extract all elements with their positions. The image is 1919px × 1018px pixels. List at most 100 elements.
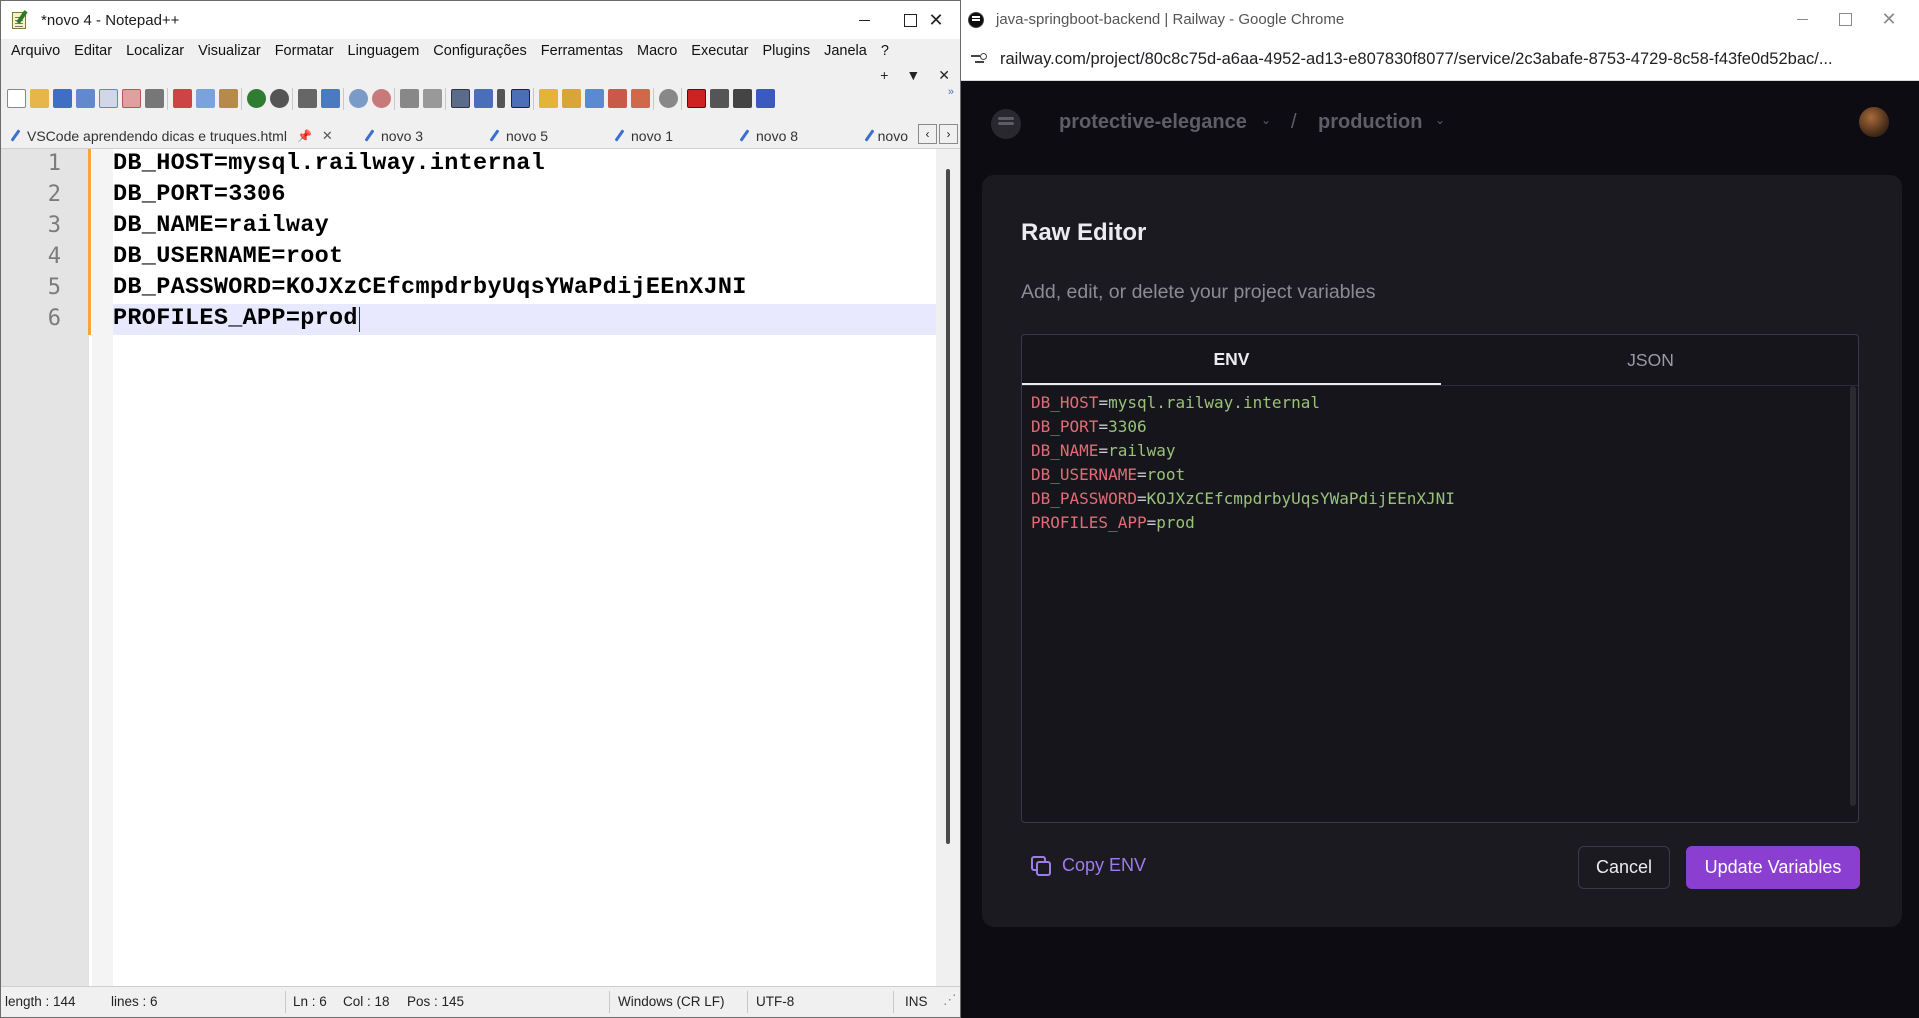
save-icon[interactable] [53,89,72,108]
tab-scroll-left-icon[interactable]: ‹ [918,124,937,144]
editor-scrollbar[interactable] [1847,386,1858,822]
sync-horizontal-icon[interactable] [423,89,442,108]
menu-help[interactable]: ? [874,39,896,64]
scrollbar-thumb[interactable] [1850,386,1856,806]
menu-macro[interactable]: Macro [630,39,684,64]
tab-label: novo [877,127,908,144]
chrome-window: java-springboot-backend | Railway - Goog… [961,0,1919,1018]
cancel-button[interactable]: Cancel [1578,846,1670,889]
monitoring-icon[interactable] [659,89,678,108]
close-file-icon[interactable] [99,89,118,108]
copy-icon[interactable] [196,89,215,108]
doc-list-icon[interactable] [585,89,604,108]
railway-logo-icon[interactable] [991,109,1021,139]
project-name[interactable]: protective-elegance [1059,111,1247,134]
menu-localizar[interactable]: Localizar [119,39,191,64]
doc-map-icon[interactable] [562,89,581,108]
env-value: railway [1108,441,1176,460]
show-all-chars-icon[interactable] [474,89,493,108]
env-line[interactable]: PROFILES_APP=prod [1031,513,1195,532]
url-field[interactable]: railway.com/project/80c8c75d-a6aa-4952-a… [1000,50,1880,69]
replace-icon[interactable] [321,89,340,108]
sync-vertical-icon[interactable] [400,89,419,108]
environment-name[interactable]: production [1318,111,1422,134]
tab-vscode-html[interactable]: VSCode aprendendo dicas e truques.html 📌… [4,122,339,149]
macro-play-icon[interactable] [733,89,752,108]
tab-novo-3[interactable]: novo 3 [358,122,429,149]
cut-icon[interactable] [173,89,192,108]
status-encoding[interactable]: UTF-8 [756,994,794,1009]
macro-record-icon[interactable] [687,89,706,108]
tab-env[interactable]: ENV [1022,335,1441,385]
indent-guide-icon[interactable] [511,89,530,108]
close-all-icon[interactable] [122,89,141,108]
word-wrap-icon[interactable] [451,89,470,108]
menu-plugins[interactable]: Plugins [756,39,818,64]
update-variables-button[interactable]: Update Variables [1686,846,1860,889]
zoom-out-icon[interactable] [372,89,391,108]
chevron-down-icon[interactable]: ⌄ [1261,113,1271,127]
site-info-icon[interactable] [970,52,988,68]
avatar[interactable] [1859,107,1889,137]
pin-icon[interactable]: 📌 [297,129,312,143]
zoom-in-icon[interactable] [349,89,368,108]
chevron-down-icon[interactable]: ⌄ [1435,113,1445,127]
menu-editar[interactable]: Editar [67,39,119,64]
new-file-icon[interactable] [7,89,26,108]
tab-novo-partial[interactable]: novo [858,122,914,149]
tab-close-icon[interactable]: ✕ [322,128,333,144]
vertical-scrollbar[interactable] [936,149,960,987]
tab-novo-1[interactable]: novo 1 [608,122,679,149]
tab-scroll-right-icon[interactable]: › [939,124,958,144]
env-line[interactable]: DB_PASSWORD=KOJXzCEfcmpdrbyUqsYWaPdijEEn… [1031,489,1455,508]
env-key: DB_PORT [1031,417,1099,436]
menu-visualizar[interactable]: Visualizar [191,39,268,64]
menu-configuracoes[interactable]: Configurações [426,39,534,64]
save-all-icon[interactable] [76,89,95,108]
show-chars-dropdown-icon[interactable] [497,89,505,108]
redo-icon[interactable] [270,89,289,108]
env-line[interactable]: DB_USERNAME=root [1031,465,1185,484]
tab-json[interactable]: JSON [1441,335,1858,385]
menu-ferramentas[interactable]: Ferramentas [534,39,630,64]
menu-linguagem[interactable]: Linguagem [341,39,427,64]
new-tab-plus-icon[interactable]: + [880,67,888,84]
code-line[interactable]: DB_NAME=railway [113,212,329,239]
copy-env-button[interactable]: Copy ENV [1031,852,1146,878]
undo-icon[interactable] [247,89,266,108]
menu-janela[interactable]: Janela [817,39,874,64]
macro-run-multiple-icon[interactable] [756,89,775,108]
status-eol[interactable]: Windows (CR LF) [618,994,725,1009]
paste-icon[interactable] [219,89,238,108]
user-language-icon[interactable] [539,89,558,108]
function-list-icon[interactable] [608,89,627,108]
menu-executar[interactable]: Executar [684,39,755,64]
env-line[interactable]: DB_HOST=mysql.railway.internal [1031,393,1320,412]
resize-grip-icon[interactable]: ⋰ [943,992,957,1008]
toolbar-overflow-chevron-icon[interactable]: » [948,86,954,98]
print-icon[interactable] [145,89,164,108]
env-line[interactable]: DB_NAME=railway [1031,441,1176,460]
close-button[interactable]: ✕ [907,1,960,39]
open-file-icon[interactable] [30,89,49,108]
status-length: length : 144 [5,994,76,1009]
menu-arquivo[interactable]: Arquivo [4,39,67,64]
tab-novo-8[interactable]: novo 8 [733,122,804,149]
scrollbar-thumb[interactable] [946,169,950,844]
menu-formatar[interactable]: Formatar [268,39,341,64]
code-line[interactable]: DB_PASSWORD=KOJXzCEfcmpdrbyUqsYWaPdijEEn… [113,274,747,301]
macro-stop-icon[interactable] [710,89,729,108]
folder-workspace-icon[interactable] [631,89,650,108]
code-line[interactable]: DB_HOST=mysql.railway.internal [113,150,545,177]
close-button[interactable]: ✕ [1860,0,1918,39]
code-line[interactable]: PROFILES_APP=prod [113,305,358,332]
code-line[interactable]: DB_USERNAME=root [113,243,343,270]
find-icon[interactable] [298,89,317,108]
close-doc-icon[interactable]: ✕ [938,67,950,84]
status-ins-mode[interactable]: INS [905,994,928,1009]
env-line[interactable]: DB_PORT=3306 [1031,417,1147,436]
editor-area[interactable]: 1 2 3 4 5 6 DB_HOST=mysql.railway.intern… [1,149,960,987]
tab-list-dropdown-icon[interactable]: ▼ [906,67,920,84]
tab-novo-5[interactable]: novo 5 [483,122,554,149]
code-line[interactable]: DB_PORT=3306 [113,181,286,208]
